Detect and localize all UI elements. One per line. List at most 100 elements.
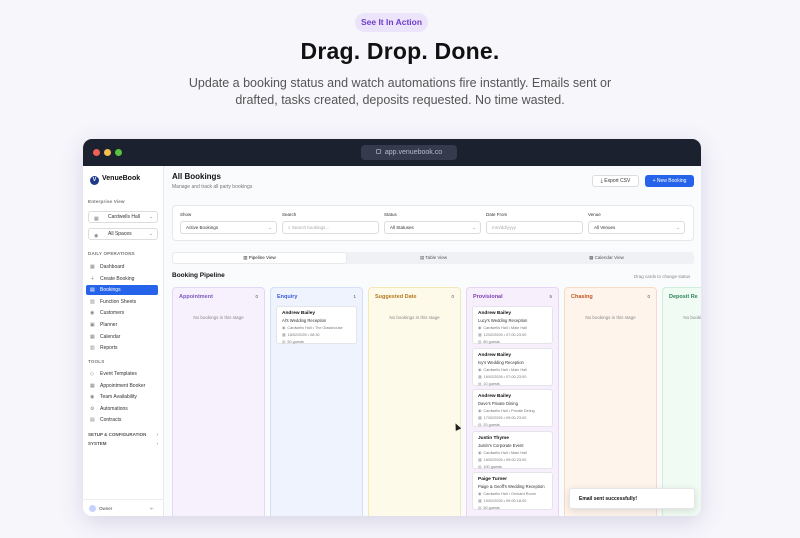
user-name: Owner: [99, 506, 113, 511]
map-pin-icon: ◉: [478, 409, 482, 413]
card-event: Paige & Geoff's Wedding Reception: [478, 484, 545, 489]
card-guests: ◍ 10 guests: [478, 381, 547, 386]
booking-card[interactable]: Justin Thyme Justin's Corporate Event ◉ Car…: [472, 430, 553, 469]
maximize-window-button[interactable]: [115, 149, 122, 156]
map-pin-icon: ◉: [478, 367, 482, 372]
minimize-window-button[interactable]: [104, 149, 111, 156]
card-venue: ◉ Cardwells Hall • Main Hall: [478, 450, 547, 455]
sidebar-item-label: Reports: [100, 345, 118, 352]
tab-pipeline-label: Pipeline View: [248, 255, 276, 260]
card-guests: ◍ 20 guests: [478, 422, 547, 427]
sidebar-item-appointment-booker[interactable]: ▦ Appointment Booker: [86, 381, 158, 391]
card-date: ▦ 16/02/2026 • 07:00-23:00: [478, 374, 547, 379]
column-count: 0: [647, 294, 650, 299]
search-input[interactable]: ⌕ Search bookings...: [282, 221, 379, 234]
url-bar[interactable]: app.venuebook.co: [361, 145, 457, 160]
column-count: 5: [549, 294, 552, 299]
calendar-icon: ▦: [478, 416, 482, 420]
nav-icon: ▣: [90, 322, 95, 328]
setup-section-toggle[interactable]: SETUP & CONFIGURATION ›: [88, 432, 158, 437]
sidebar-item-label: Event Templates: [100, 371, 137, 377]
column-count: 0: [451, 294, 454, 299]
tab-table-view[interactable]: ▤ Table View: [347, 253, 520, 263]
collapse-icon: ⇤: [150, 506, 154, 511]
system-section-toggle[interactable]: SYSTEM ›: [88, 441, 158, 446]
card-date: ▦ 12/02/2026 • 07:00-23:00: [478, 332, 547, 337]
user-menu[interactable]: Owner ⇤: [83, 499, 164, 516]
booking-card[interactable]: Paige Turner Paige & Geoff's Wedding Rece…: [472, 472, 553, 510]
main-content: All Bookings Manage and track all party …: [164, 166, 701, 516]
sidebar-item-bookings[interactable]: ▤ Bookings: [86, 285, 158, 296]
filters-panel: Show Active Bookings ⌄ Search ⌕ Search bo…: [172, 205, 694, 241]
card-venue-text: Cardwells Hall • The Glasshouse: [287, 326, 343, 330]
venue-selector-value: Cardwells Hall: [108, 214, 140, 220]
sidebar-item-customers[interactable]: ◉ Customers: [86, 308, 158, 318]
status-filter-select[interactable]: All Statuses ⌄: [384, 221, 481, 234]
card-venue: ◉ Cardwells Hall • Main Hall: [478, 325, 547, 330]
export-csv-button[interactable]: ⤓ Export CSV: [592, 175, 639, 187]
date-from-input[interactable]: mm/dd/yyyy: [486, 221, 583, 234]
pipeline-column-chasing[interactable]: Chasing 0 No bookings in this stage: [564, 287, 657, 516]
tab-calendar-view[interactable]: ▦ Calendar View: [520, 253, 693, 263]
app-window: app.venuebook.co V VenueBook Enterprise V…: [83, 139, 701, 516]
close-window-button[interactable]: [93, 149, 100, 156]
booking-card[interactable]: Andrew Bailey Dave's Private Dining ◉ Cardw…: [472, 389, 553, 427]
search-placeholder: Search bookings...: [291, 225, 330, 230]
map-pin-icon: ◉: [94, 233, 99, 239]
column-title: Provisional: [473, 294, 503, 300]
sidebar-item-dashboard[interactable]: ▦ Dashboard: [86, 262, 158, 272]
card-date-text: 18/02/2026 • 09:00-23:00: [483, 457, 527, 462]
nav-icon: ▥: [90, 345, 95, 352]
pipeline-column-provisional[interactable]: Provisional 5 Andrew Bailey Lucy's Wedding …: [466, 287, 559, 516]
column-empty-state: No bookings in this stage: [389, 315, 440, 320]
venue-filter-select[interactable]: All Venues ⌄: [588, 221, 685, 234]
sidebar-item-team-availability[interactable]: ◉ Team Availability: [86, 392, 158, 402]
card-customer: Andrew Bailey: [282, 311, 316, 316]
card-venue: ◉ Cardwells Hall • Orchard Room: [478, 491, 547, 496]
pipeline-column-suggested-date[interactable]: Suggested Date 0 No bookings in this stage: [368, 287, 461, 516]
card-date-text: 18/02/2026 • 08:30: [287, 333, 320, 337]
sidebar-item-function-sheets[interactable]: ▧ Function Sheets: [86, 297, 158, 307]
sidebar-item-label: Calendar: [100, 333, 121, 340]
sidebar-item-label: Dashboard: [100, 264, 125, 270]
brand[interactable]: V VenueBook: [90, 175, 140, 185]
show-filter-select[interactable]: Active Bookings ⌄: [180, 221, 277, 234]
new-booking-button[interactable]: + New Booking: [645, 175, 694, 187]
sidebar-item-calendar[interactable]: ▦ Calendar: [86, 332, 158, 342]
card-date: ▦ 18/02/2026 • 08:30: [282, 332, 351, 337]
sidebar-item-create-booking[interactable]: ＋ Create Booking: [86, 274, 158, 284]
venue-selector[interactable]: ▦ Cardwells Hall ⌄: [88, 211, 158, 223]
column-title: Enquiry: [277, 294, 298, 300]
card-customer: Andrew Bailey: [478, 311, 512, 316]
status-filter-value: All Statuses: [390, 225, 414, 230]
sidebar-item-planner[interactable]: ▣ Planner: [86, 320, 158, 330]
section-pill: See It In Action: [355, 13, 428, 32]
sidebar-item-contracts[interactable]: ▤ Contracts: [86, 415, 158, 425]
pipeline-column-enquiry[interactable]: Enquiry 1 Andrew Bailey Al's Wedding Recept…: [270, 287, 363, 516]
daily-operations-label: DAILY OPERATIONS: [88, 251, 135, 256]
chevron-right-icon: ›: [156, 432, 159, 437]
sidebar-item-reports[interactable]: ▥ Reports: [86, 343, 158, 353]
pipeline-column-deposit-re[interactable]: Deposit Re No bookings in this stage: [662, 287, 701, 516]
booking-card[interactable]: Andrew Bailey Al's Wedding Reception ◉ Card…: [276, 306, 357, 344]
pipeline-column-appointment[interactable]: Appointment 0 No bookings in this stage: [172, 287, 265, 516]
venue-filter-label: Venue: [588, 212, 601, 217]
system-section-label: SYSTEM: [88, 441, 107, 446]
card-customer: Andrew Bailey: [478, 352, 512, 358]
url-text: app.venuebook.co: [384, 149, 443, 156]
sidebar-item-label: Team Availability: [100, 394, 137, 401]
hero-subtitle: Update a booking status and watch automa…: [188, 76, 612, 107]
brand-name: VenueBook: [102, 175, 141, 182]
card-event: Justin's Corporate Event: [478, 442, 524, 448]
sidebar-item-label: Contracts: [100, 417, 122, 424]
sidebar-item-automations[interactable]: ⚙ Automations: [86, 404, 158, 414]
booking-card[interactable]: Andrew Bailey Lucy's Wedding Reception ◉ Ca…: [472, 306, 553, 344]
nav-icon: ◉: [90, 394, 95, 401]
sidebar-item-event-templates[interactable]: ◇ Event Templates: [86, 369, 158, 379]
card-venue-text: Cardwells Hall • Main Hall: [483, 450, 527, 455]
chevron-down-icon: ⌄: [148, 231, 153, 237]
booking-card[interactable]: Andrew Bailey Ivy's Wedding Reception ◉ Car…: [472, 347, 553, 386]
avatar: [89, 505, 96, 512]
tab-pipeline-view[interactable]: ▥ Pipeline View: [173, 253, 346, 263]
space-selector[interactable]: ◉ All Spaces ⌄: [88, 228, 158, 240]
